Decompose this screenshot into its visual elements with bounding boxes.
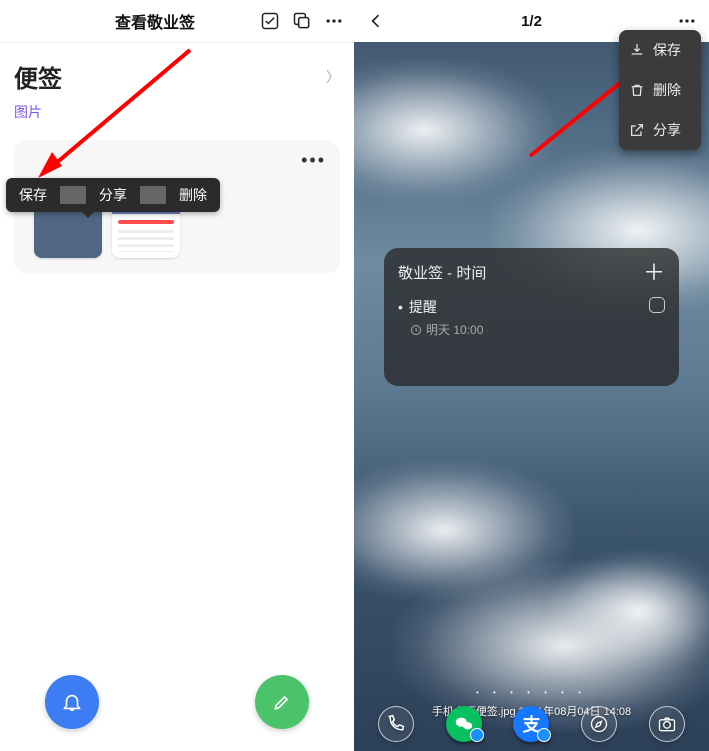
dock: 支 [354, 697, 709, 751]
dock-browser[interactable] [581, 706, 617, 742]
camera-icon [657, 714, 677, 734]
dropdown-save[interactable]: 保存 [619, 30, 701, 70]
dock-wechat[interactable] [446, 706, 482, 742]
copy-icon[interactable] [292, 11, 312, 31]
clock-icon [410, 324, 422, 336]
dropdown-menu: 保存 删除 分享 [619, 30, 701, 150]
phone-icon [386, 714, 406, 734]
home-widget: 敬业签 - 时间 ＋ 提醒 明天 10:00 [384, 248, 679, 386]
context-menu-save[interactable]: 保存 [6, 185, 60, 205]
note-title: 便签 [14, 59, 62, 94]
cloud-decoration [549, 551, 709, 671]
dock-phone[interactable] [378, 706, 414, 742]
note-title-row[interactable]: 便签 〉 [14, 59, 340, 94]
dropdown-save-label: 保存 [653, 40, 681, 60]
note-viewer-panel: 查看敬业签 便签 〉 图片 ••• 保存 分享 [0, 0, 354, 751]
share-icon [629, 122, 645, 138]
more-icon[interactable] [324, 11, 344, 31]
context-menu-share[interactable]: 分享 [86, 185, 140, 205]
image-viewer-panel: 1/2 保存 删除 分享 敬业签 - 时间 ＋ 提醒 [354, 0, 709, 751]
widget-header: 敬业签 - 时间 ＋ [398, 262, 665, 283]
dock-alipay[interactable]: 支 [513, 706, 549, 742]
dropdown-share[interactable]: 分享 [619, 110, 701, 150]
image-counter: 1/2 [521, 13, 542, 30]
context-menu-delete[interactable]: 删除 [166, 185, 220, 205]
context-menu: 保存 分享 删除 [6, 178, 220, 212]
edit-check-icon[interactable] [260, 11, 280, 31]
reminder-title: 提醒 [398, 297, 483, 317]
alipay-icon: 支 [513, 706, 549, 742]
dropdown-share-label: 分享 [653, 120, 681, 140]
widget-title: 敬业签 - 时间 [398, 262, 486, 283]
dropdown-delete[interactable]: 删除 [619, 70, 701, 110]
trash-icon [629, 82, 645, 98]
attachments-more-icon[interactable]: ••• [301, 150, 326, 171]
context-menu-pointer [82, 212, 94, 224]
note-subtitle[interactable]: 图片 [14, 102, 340, 122]
dock-camera[interactable] [649, 706, 685, 742]
note-section: 便签 〉 图片 [0, 42, 354, 122]
dropdown-delete-label: 删除 [653, 80, 681, 100]
right-more-icon[interactable] [677, 11, 697, 31]
reminder-time: 明天 10:00 [426, 321, 483, 338]
reminder-checkbox[interactable] [649, 297, 665, 313]
edit-fab[interactable] [255, 675, 309, 729]
context-menu-separator [60, 186, 86, 204]
reminder-item[interactable]: 提醒 明天 10:00 [398, 297, 665, 338]
download-icon [629, 42, 645, 58]
fab-row [0, 675, 354, 729]
chevron-right-icon: 〉 [326, 67, 340, 87]
context-menu-separator [140, 186, 166, 204]
reminder-time-row: 明天 10:00 [398, 321, 483, 338]
widget-add-icon[interactable]: ＋ [643, 264, 665, 282]
left-header-title: 查看敬业签 [115, 9, 195, 33]
page-dots: • • • • • • • [354, 688, 709, 697]
notifications-fab[interactable] [45, 675, 99, 729]
back-icon[interactable] [366, 11, 386, 31]
left-header: 查看敬业签 [0, 0, 354, 42]
compass-icon [589, 714, 609, 734]
wechat-icon [453, 713, 475, 735]
